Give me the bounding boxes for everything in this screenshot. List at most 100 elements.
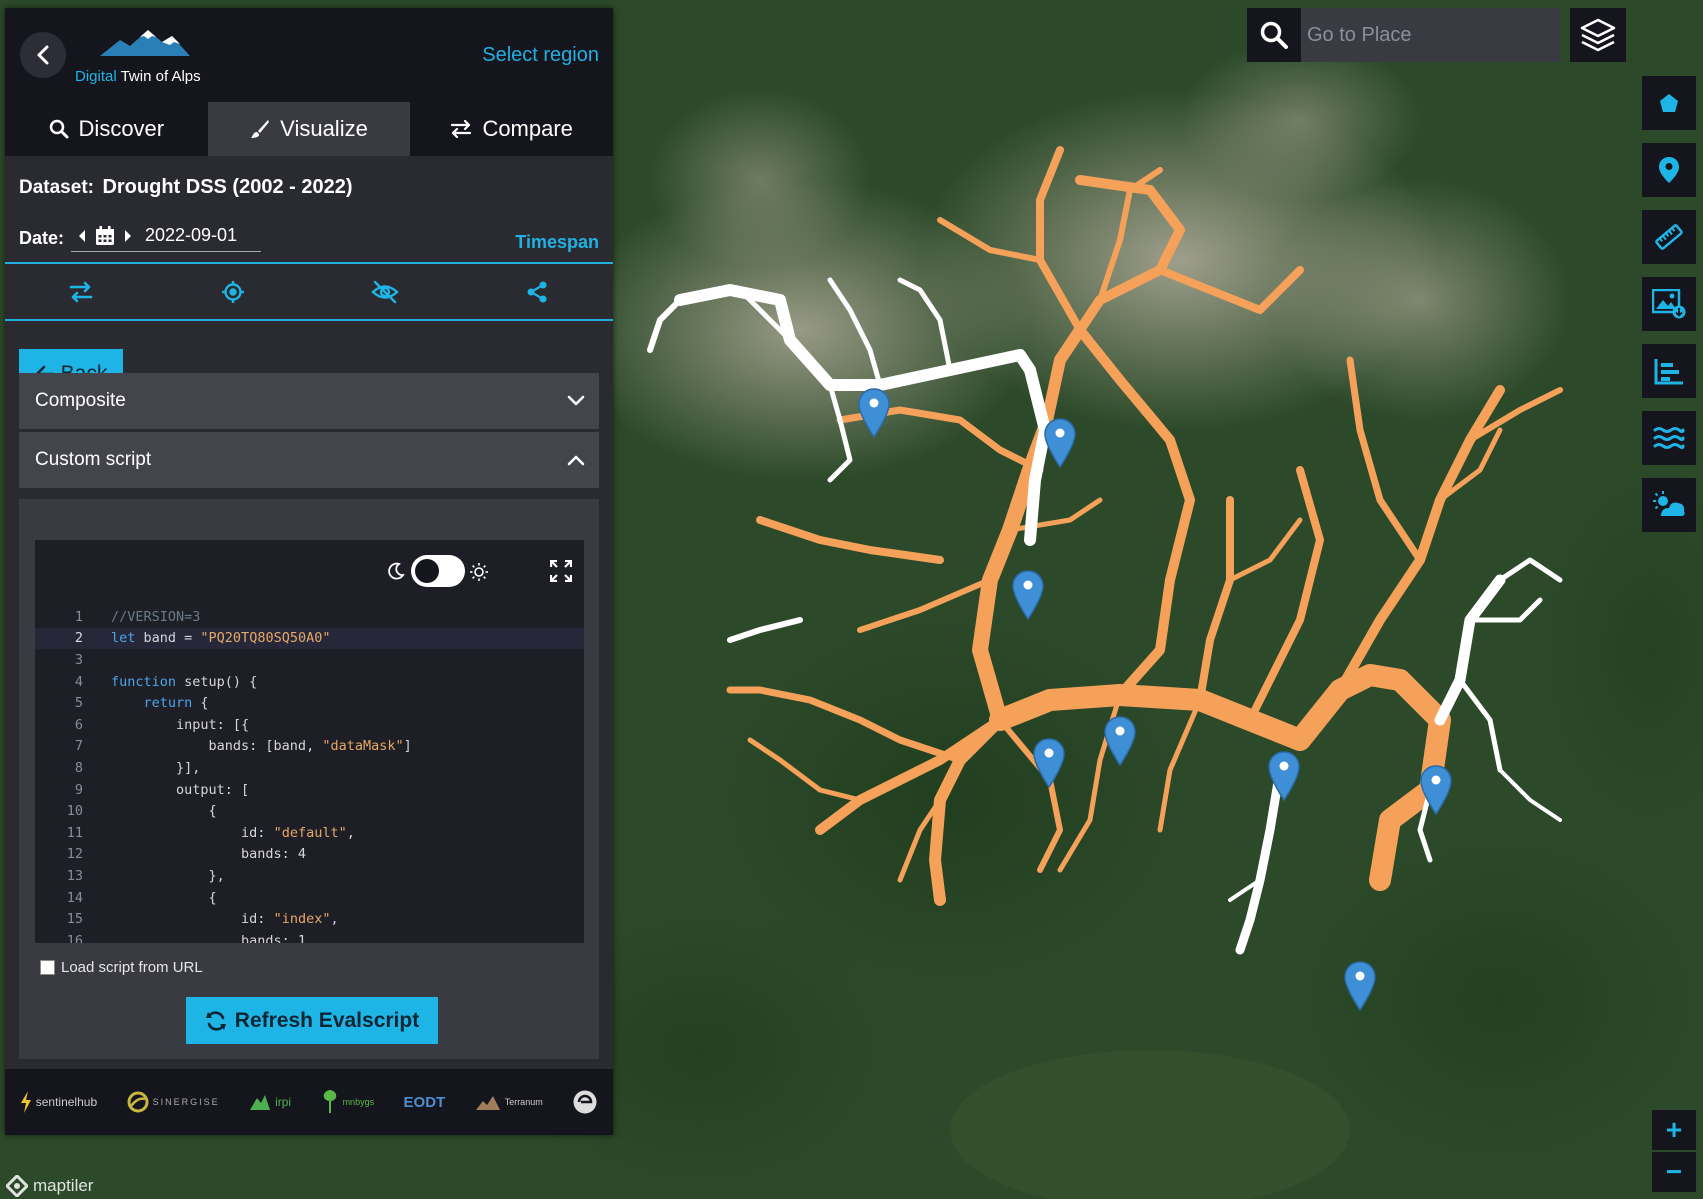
water-waves-icon (1653, 427, 1685, 449)
line-source: output: [ (111, 781, 250, 798)
attribution-text: maptiler (33, 1176, 94, 1195)
zoom-out-button[interactable]: − (1652, 1152, 1696, 1192)
code-line[interactable]: 3 (35, 649, 584, 671)
code-line[interactable]: 2 let band = "PQ20TQ80SQ50A0" (35, 627, 584, 650)
map-pin-marker[interactable] (1043, 418, 1077, 468)
caret-right-icon[interactable] (123, 229, 133, 243)
code-line[interactable]: 10 { (35, 800, 584, 822)
zoom-to-location-button[interactable] (157, 264, 309, 319)
partner-logo[interactable]: sentinelhub (20, 1091, 97, 1113)
statistics-button[interactable] (1642, 344, 1696, 398)
water-layer-button[interactable] (1642, 411, 1696, 465)
layers-button[interactable] (1570, 8, 1626, 62)
partner-logo[interactable]: SINERGISE (127, 1091, 220, 1113)
maptiler-attribution[interactable]: maptiler (6, 1175, 93, 1197)
load-from-url-checkbox[interactable] (40, 960, 55, 975)
code-line[interactable]: 9 output: [ (35, 779, 584, 801)
line-number: 12 (66, 846, 83, 863)
code-line[interactable]: 6 input: [{ (35, 714, 584, 736)
collapse-button[interactable] (20, 32, 66, 78)
map-pin-marker[interactable] (1011, 570, 1045, 620)
partner-name: Terranum (504, 1097, 543, 1107)
brand-prefix: Digital (75, 68, 117, 85)
ruler-icon (1655, 224, 1683, 250)
calendar-icon[interactable] (95, 225, 115, 246)
compare-layer-button[interactable] (5, 264, 157, 319)
layer-toolbar (5, 262, 613, 321)
custom-script-label: Custom script (35, 449, 152, 470)
code-line[interactable]: 1 //VERSION=3 (35, 606, 584, 628)
timespan-link[interactable]: Timespan (515, 232, 599, 253)
date-label: Date: (19, 228, 65, 248)
caret-left-icon[interactable] (77, 229, 87, 243)
search-icon[interactable] (1247, 20, 1301, 50)
code-line[interactable]: 4 function setup() { (35, 671, 584, 693)
partner-logo[interactable]: irpi (249, 1093, 291, 1111)
weather-layer-button[interactable] (1642, 478, 1696, 532)
toggle-visibility-button[interactable] (309, 264, 461, 319)
refresh-evalscript-button[interactable]: Refresh Evalscript (186, 997, 438, 1044)
code-line[interactable]: 11 id: "default", (35, 822, 584, 844)
download-image-button[interactable] (1642, 277, 1696, 331)
composite-accordion[interactable]: Composite (19, 373, 599, 429)
line-number: 6 (74, 716, 83, 733)
code-line[interactable]: 12 bands: 4 (35, 844, 584, 866)
eye-slash-icon (371, 280, 399, 303)
line-number: 1 (74, 608, 83, 625)
code-line[interactable]: 8 }], (35, 757, 584, 779)
map-pin-marker[interactable] (1419, 765, 1453, 815)
line-source: bands: [band, "dataMask"] (111, 738, 412, 755)
code-line[interactable]: 16 bands: 1, (35, 930, 584, 943)
theme-toggle[interactable] (411, 555, 465, 587)
code-line[interactable]: 14 { (35, 887, 584, 909)
chevron-up-icon (567, 455, 585, 466)
map-pin-marker[interactable] (1343, 961, 1377, 1011)
map-pin-marker[interactable] (1267, 751, 1301, 801)
draw-polygon-button[interactable] (1642, 76, 1696, 130)
share-button[interactable] (461, 264, 613, 319)
fullscreen-icon[interactable] (550, 560, 572, 582)
swap-icon (69, 281, 93, 302)
zoom-in-button[interactable]: + (1652, 1110, 1696, 1150)
measure-button[interactable] (1642, 210, 1696, 264)
partner-logo[interactable]: Terranum (475, 1093, 543, 1111)
partner-logo[interactable] (572, 1089, 598, 1115)
map-pin-marker[interactable] (857, 388, 891, 438)
map-pin-marker[interactable] (1032, 738, 1066, 788)
share-icon (527, 281, 547, 302)
select-region-link[interactable]: Select region (482, 44, 599, 67)
dataset-label: Dataset: (19, 177, 94, 198)
code-editor[interactable]: 1 //VERSION=3 2 let band = "PQ20TQ80SQ50A0"… (35, 540, 584, 943)
code-line[interactable]: 7 bands: [band, "dataMask"] (35, 736, 584, 758)
place-marker-button[interactable] (1642, 143, 1696, 197)
code-lines[interactable]: 1 //VERSION=3 2 let band = "PQ20TQ80SQ50A0"… (35, 606, 584, 943)
line-number: 4 (74, 673, 83, 690)
composite-label: Composite (35, 390, 126, 411)
partner-logo[interactable]: mnbygs (321, 1090, 374, 1114)
map-pin-marker[interactable] (1103, 716, 1137, 766)
code-line[interactable]: 13 }, (35, 865, 584, 887)
maptiler-logo-icon (6, 1175, 28, 1197)
line-source: id: "index", (111, 911, 339, 928)
line-number: 8 (74, 759, 83, 776)
refresh-icon (205, 1010, 226, 1031)
tab-compare[interactable]: Compare (410, 102, 613, 156)
custom-script-body: 1 //VERSION=3 2 let band = "PQ20TQ80SQ50A0"… (19, 499, 599, 1059)
layers-icon (1580, 18, 1616, 52)
lightning-icon (20, 1091, 31, 1113)
code-line[interactable]: 5 return { (35, 692, 584, 714)
search-input[interactable]: Go to Place (1301, 8, 1560, 62)
dataset-row: Dataset: Drought DSS (2002 - 2022) (5, 156, 613, 206)
date-value[interactable]: 2022-09-01 (145, 225, 237, 246)
partner-logos: sentinelhub SINERGISE irpi mnbygs EODT T… (5, 1069, 613, 1135)
code-line[interactable]: 15 id: "index", (35, 908, 584, 930)
line-number: 15 (66, 911, 83, 928)
brand-name: Twin of Alps (120, 68, 201, 85)
line-source: { (111, 889, 217, 906)
tab-visualize[interactable]: Visualize (207, 102, 411, 156)
brush-icon (251, 120, 270, 138)
partner-logo[interactable]: EODT (404, 1094, 446, 1111)
custom-script-accordion[interactable]: Custom script (19, 432, 599, 488)
tab-discover[interactable]: Discover (5, 102, 208, 156)
irpi-logo-icon (250, 1095, 271, 1110)
